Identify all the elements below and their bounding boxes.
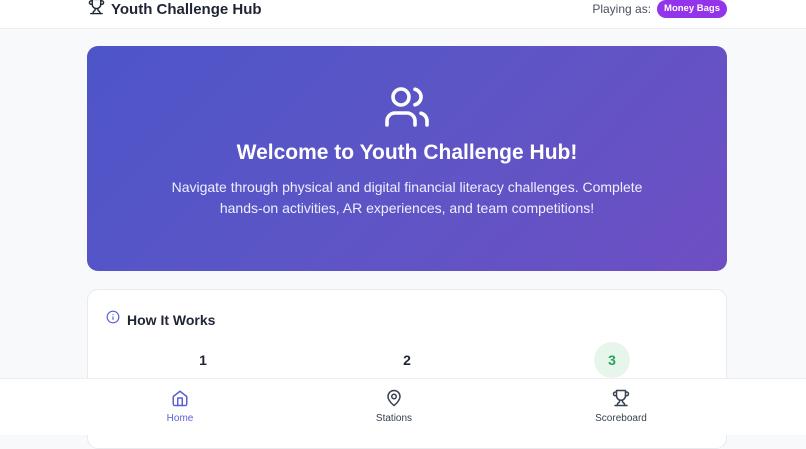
info-icon <box>106 310 120 329</box>
hero-title: Welcome to Youth Challenge Hub! <box>236 141 578 164</box>
top-bar: Youth Challenge Hub Playing as: Money Ba… <box>0 0 806 29</box>
nav-home-label: Home <box>166 413 194 424</box>
home-icon <box>171 389 189 410</box>
nav-scoreboard[interactable]: Scoreboard <box>576 389 666 424</box>
step-2-number: 2 <box>403 352 411 368</box>
hero-subtitle: Navigate through physical and digital fi… <box>171 179 643 216</box>
nav-stations[interactable]: Stations <box>349 389 439 424</box>
how-it-works-header: How It Works <box>106 310 215 329</box>
app-title: Youth Challenge Hub <box>111 0 262 18</box>
nav-stations-label: Stations <box>375 413 413 424</box>
users-icon <box>383 83 431 131</box>
trophy-icon <box>88 0 105 20</box>
nav-scoreboard-label: Scoreboard <box>595 413 647 424</box>
nav-home[interactable]: Home <box>135 389 225 424</box>
trophy-icon <box>612 389 630 410</box>
brand[interactable]: Youth Challenge Hub <box>88 0 262 18</box>
step-3-number: 3 <box>594 342 630 378</box>
welcome-hero: Welcome to Youth Challenge Hub! Navigate… <box>87 46 727 271</box>
how-it-works-title: How It Works <box>127 311 216 328</box>
player-name-badge[interactable]: Money Bags <box>657 0 727 18</box>
map-pin-icon <box>385 389 403 410</box>
step-1-number: 1 <box>199 352 207 368</box>
bottom-navigation: Home Stations Scoreboard <box>0 378 806 435</box>
playing-as-label: Playing as: <box>592 2 652 16</box>
player-info: Playing as: Money Bags <box>592 0 727 18</box>
